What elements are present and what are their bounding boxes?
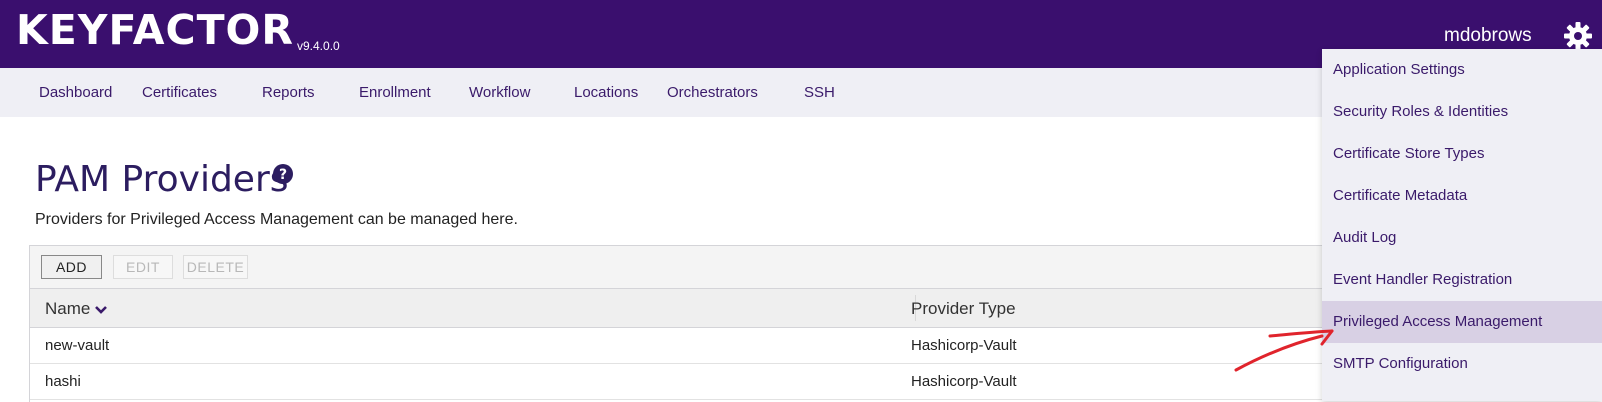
cell-name: hashi (45, 373, 81, 390)
page-title: PAM Providers (35, 159, 289, 200)
nav-workflow[interactable]: Workflow (469, 84, 530, 101)
column-header-provider-type[interactable]: Provider Type (911, 299, 1016, 319)
menu-item-privileged-access-management[interactable]: Privileged Access Management (1322, 301, 1602, 343)
menu-item-security-roles[interactable]: Security Roles & Identities (1322, 91, 1602, 133)
cell-provider-type: Hashicorp-Vault (911, 337, 1017, 354)
page-subtitle: Providers for Privileged Access Manageme… (35, 211, 518, 228)
menu-item-certificate-store-types[interactable]: Certificate Store Types (1322, 133, 1602, 175)
svg-text:?: ? (279, 167, 287, 183)
nav-orchestrators[interactable]: Orchestrators (667, 84, 758, 101)
question-circle-icon[interactable]: ? (273, 164, 293, 184)
nav-dashboard[interactable]: Dashboard (39, 84, 112, 101)
gear-icon[interactable] (1562, 20, 1594, 52)
keyfactor-logo[interactable]: KEYFACTOR (16, 6, 294, 54)
nav-enrollment[interactable]: Enrollment (359, 84, 431, 101)
settings-menu: Application Settings Security Roles & Id… (1322, 49, 1602, 401)
menu-item-audit-log[interactable]: Audit Log (1322, 217, 1602, 259)
chevron-down-icon (95, 305, 108, 314)
nav-certificates[interactable]: Certificates (142, 84, 217, 101)
column-header-name-label: Name (45, 299, 91, 318)
delete-button[interactable]: DELETE (183, 255, 248, 279)
cell-provider-type: Hashicorp-Vault (911, 373, 1017, 390)
menu-item-application-settings[interactable]: Application Settings (1322, 49, 1602, 91)
nav-reports[interactable]: Reports (262, 84, 315, 101)
column-header-name[interactable]: Name (45, 299, 108, 319)
version-label: v9.4.0.0 (297, 39, 340, 53)
annotation-arrow (1234, 329, 1334, 372)
menu-item-certificate-metadata[interactable]: Certificate Metadata (1322, 175, 1602, 217)
nav-locations[interactable]: Locations (574, 84, 638, 101)
menu-item-event-handler-registration[interactable]: Event Handler Registration (1322, 259, 1602, 301)
cell-name: new-vault (45, 337, 110, 354)
menu-item-smtp-configuration[interactable]: SMTP Configuration (1322, 343, 1602, 385)
edit-button[interactable]: EDIT (113, 255, 173, 279)
add-button[interactable]: ADD (41, 255, 102, 279)
username-label[interactable]: mdobrows (1444, 25, 1532, 47)
nav-ssh[interactable]: SSH (804, 84, 835, 101)
